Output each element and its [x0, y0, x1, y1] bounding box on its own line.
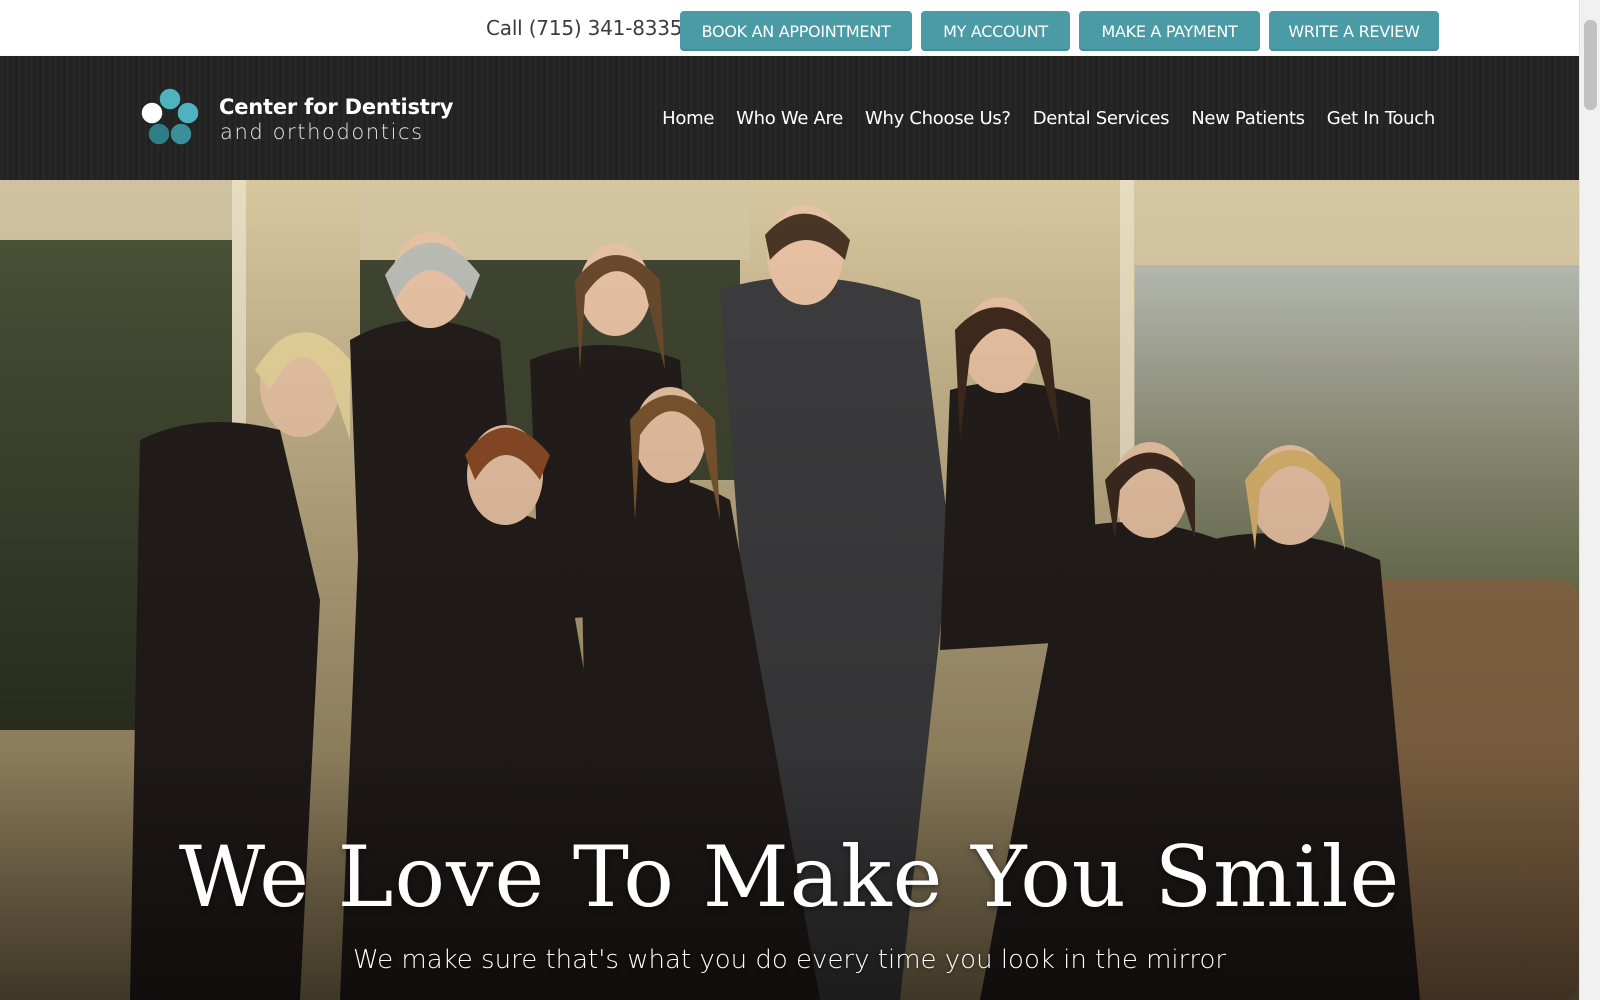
- hero-subtitle: We make sure that's what you do every ti…: [352, 945, 1227, 975]
- nav-item-who-we-are[interactable]: Who We Are: [736, 108, 843, 129]
- brand-tagline: and orthodontics: [220, 120, 424, 144]
- my-account-button[interactable]: MY ACCOUNT: [921, 11, 1070, 51]
- nav-item-new-patients[interactable]: New Patients: [1191, 108, 1305, 129]
- top-utility-bar: Call (715) 341-8335 BOOK AN APPOINTMENT …: [0, 0, 1579, 56]
- nav-item-get-in-touch[interactable]: Get In Touch: [1327, 108, 1436, 129]
- nav-item-dental-services[interactable]: Dental Services: [1033, 108, 1170, 129]
- nav-item-home[interactable]: Home: [662, 108, 714, 129]
- write-review-button[interactable]: WRITE A REVIEW: [1269, 11, 1439, 51]
- phone-number[interactable]: Call (715) 341-8335: [486, 16, 683, 40]
- brand-name: Center for Dentistry: [219, 95, 454, 119]
- page-scrollbar[interactable]: [1579, 0, 1600, 1000]
- scrollbar-thumb[interactable]: [1584, 20, 1597, 110]
- main-nav: Home Who We Are Why Choose Us? Dental Se…: [640, 108, 1435, 129]
- book-appointment-button[interactable]: BOOK AN APPOINTMENT: [680, 11, 912, 51]
- hero-banner: We Love To Make You Smile We make sure t…: [0, 180, 1579, 1000]
- main-header: Center for Dentistry and orthodontics Ho…: [0, 56, 1579, 180]
- nav-item-why-choose-us[interactable]: Why Choose Us?: [865, 108, 1011, 129]
- site-logo[interactable]: Center for Dentistry and orthodontics: [139, 86, 453, 148]
- flower-logo-icon: [140, 87, 200, 146]
- make-payment-button[interactable]: MAKE A PAYMENT: [1079, 11, 1260, 51]
- hero-title: We Love To Make You Smile: [178, 828, 1401, 926]
